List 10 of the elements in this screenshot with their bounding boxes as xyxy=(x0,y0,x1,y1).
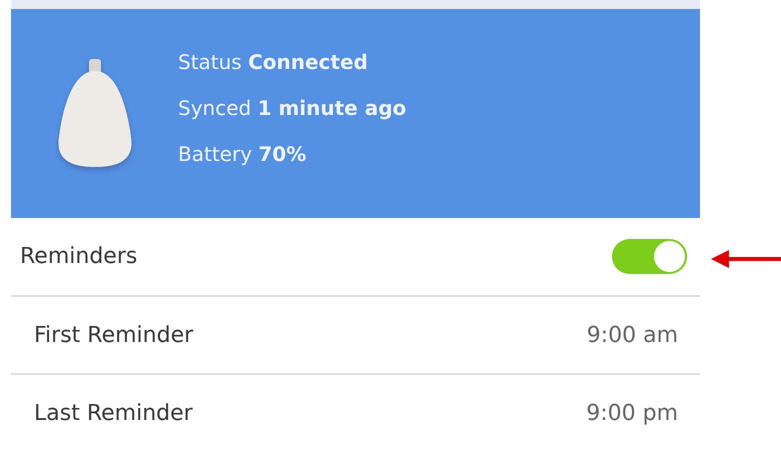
reminders-label: Reminders xyxy=(20,244,138,269)
reminder-time[interactable]: 9:00 am xyxy=(586,322,678,348)
status-text: Synced 1 minute ago xyxy=(178,95,406,122)
reminders-toggle[interactable] xyxy=(612,239,687,274)
annotation-arrow xyxy=(711,249,781,269)
status-text: Status Connected xyxy=(178,49,369,76)
reminder-time[interactable]: 9:00 pm xyxy=(586,400,678,426)
reminder-label: First Reminder xyxy=(34,322,194,348)
status-text: Battery 70% xyxy=(178,141,308,168)
reminder-label: Last Reminder xyxy=(34,400,193,426)
